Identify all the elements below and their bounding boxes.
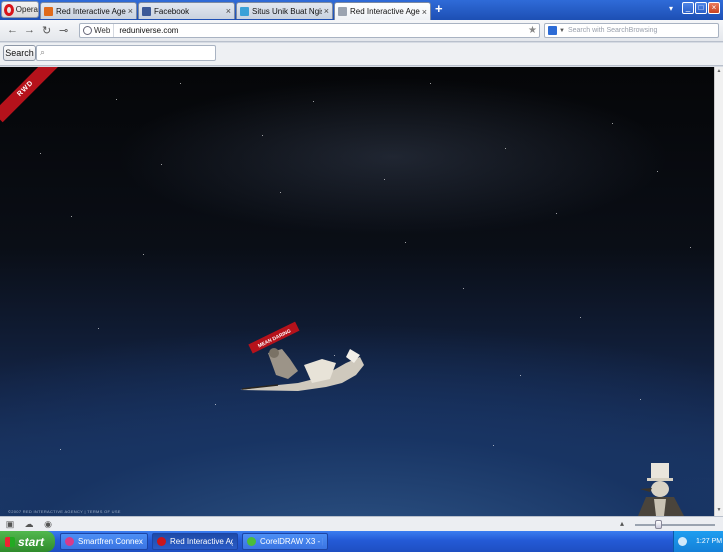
browser-window: Opera Red Interactive Agency ... × Faceb… xyxy=(0,0,723,552)
tab-bar: Opera Red Interactive Agency ... × Faceb… xyxy=(0,0,723,20)
speed-dial-icon[interactable]: ◉ xyxy=(43,519,53,529)
web-label: Web xyxy=(94,26,111,35)
top-hat-mascot-illustration[interactable] xyxy=(636,461,686,516)
magnifier-icon: ⌕ xyxy=(40,47,46,57)
page-viewport[interactable]: RWD MEAN DARING ©2007 RED INTERACTIVE AG… xyxy=(0,67,714,516)
taskbar-item-label: Smartfren Connex CE... xyxy=(78,537,143,546)
taskbar-item-smartfren[interactable]: Smartfren Connex CE... xyxy=(60,533,148,550)
tab-red-interactive-1[interactable]: Red Interactive Agency ... × xyxy=(40,2,137,19)
tab-red-interactive-active[interactable]: Red Interactive Agency × xyxy=(334,2,431,20)
tab-close-icon[interactable]: × xyxy=(324,6,329,16)
globe-icon xyxy=(83,26,92,35)
maximize-button[interactable]: □ xyxy=(695,2,707,14)
close-window-button[interactable]: × xyxy=(708,2,720,14)
tab-close-icon[interactable]: × xyxy=(226,6,231,16)
status-bar: ▣ ☁ ◉ ▴ xyxy=(0,516,723,531)
address-toolbar: ← → ↻ ⊸ Web reduniverse.com ★ ▼ Search w… xyxy=(0,20,723,42)
coreldraw-app-icon xyxy=(247,537,256,546)
scroll-down-arrow-icon[interactable]: ▼ xyxy=(715,507,723,515)
tray-network-icon[interactable] xyxy=(678,537,687,546)
search-engine-dropdown-icon[interactable]: ▼ xyxy=(559,28,565,34)
windows-taskbar: start Smartfren Connex CE... Red Interac… xyxy=(0,531,723,552)
site-favicon-icon xyxy=(240,6,249,16)
smartfren-app-icon xyxy=(65,537,74,546)
opera-logo-icon xyxy=(4,3,14,16)
tab-facebook[interactable]: Facebook × xyxy=(138,2,235,19)
zoom-slider-track[interactable] xyxy=(635,524,715,526)
tab-title: Red Interactive Agency xyxy=(350,7,420,16)
windows-logo-icon xyxy=(5,536,15,547)
page-favicon-icon xyxy=(338,7,347,16)
scroll-up-arrow-icon[interactable]: ▲ xyxy=(715,68,723,76)
blogger-favicon-icon xyxy=(44,6,53,16)
footer-copyright[interactable]: ©2007 RED INTERACTIVE AGENCY | TERMS OF … xyxy=(8,509,121,514)
toolbar-search-input[interactable]: ⌕ xyxy=(36,45,216,61)
bookmark-star-icon[interactable]: ★ xyxy=(528,25,539,36)
start-label: start xyxy=(18,534,45,549)
flying-figure-illustration[interactable]: MEAN DARING xyxy=(238,313,368,393)
back-arrow-icon[interactable]: ← xyxy=(7,24,18,36)
taskbar-item-coreldraw[interactable]: CorelDRAW X3 - [Gra... xyxy=(242,533,328,550)
forward-arrow-icon[interactable]: → xyxy=(24,24,35,36)
web-search-field[interactable]: ▼ Search with SearchBrowsing xyxy=(544,23,719,38)
search-button[interactable]: Search xyxy=(3,45,36,61)
tab-close-icon[interactable]: × xyxy=(128,6,133,16)
opera-menu-label: Opera xyxy=(15,5,38,14)
opera-app-icon xyxy=(157,537,166,546)
search-placeholder: Search with SearchBrowsing xyxy=(567,27,658,34)
minimize-button[interactable]: _ xyxy=(682,2,694,14)
system-tray: 1:27 PM xyxy=(673,531,723,552)
new-tab-button[interactable]: + xyxy=(435,2,447,16)
search-engine-icon[interactable] xyxy=(548,26,557,35)
tab-title: Situs Unik Buat Ngisi Wak... xyxy=(252,6,322,16)
clock[interactable]: 1:27 PM xyxy=(696,538,722,545)
taskbar-item-opera[interactable]: Red Interactive Agen... xyxy=(152,533,238,550)
panel-toggle-icon[interactable]: ▣ xyxy=(5,519,15,529)
tab-title: Facebook xyxy=(154,6,190,16)
tab-list-chevron-icon[interactable]: ▾ xyxy=(669,4,673,13)
address-field[interactable]: Web reduniverse.com ★ xyxy=(79,23,540,38)
starfield xyxy=(0,67,714,516)
tab-situs-unik[interactable]: Situs Unik Buat Ngisi Wak... × xyxy=(236,2,333,19)
url-text[interactable]: reduniverse.com xyxy=(114,26,528,35)
taskbar-item-label: Red Interactive Agen... xyxy=(170,537,233,546)
tab-close-icon[interactable]: × xyxy=(422,7,427,17)
cloud-icon[interactable]: ☁ xyxy=(24,519,34,529)
start-button[interactable]: start xyxy=(0,531,55,552)
opera-menu-button[interactable]: Opera xyxy=(1,1,39,18)
zoom-out-icon[interactable]: ▴ xyxy=(620,519,624,528)
reload-icon[interactable]: ↻ xyxy=(42,24,51,37)
key-icon[interactable]: ⊸ xyxy=(59,24,68,37)
tab-title: Red Interactive Agency ... xyxy=(56,6,126,16)
web-badge[interactable]: Web xyxy=(80,24,115,37)
taskbar-item-label: CorelDRAW X3 - [Gra... xyxy=(260,537,323,546)
vertical-scrollbar[interactable]: ▲ ▼ xyxy=(714,67,723,516)
zoom-slider-handle[interactable] xyxy=(655,520,662,529)
facebook-favicon-icon xyxy=(142,6,151,16)
search-toolbar: Search ⌕ xyxy=(0,43,723,66)
window-controls: _ □ × xyxy=(682,2,720,14)
